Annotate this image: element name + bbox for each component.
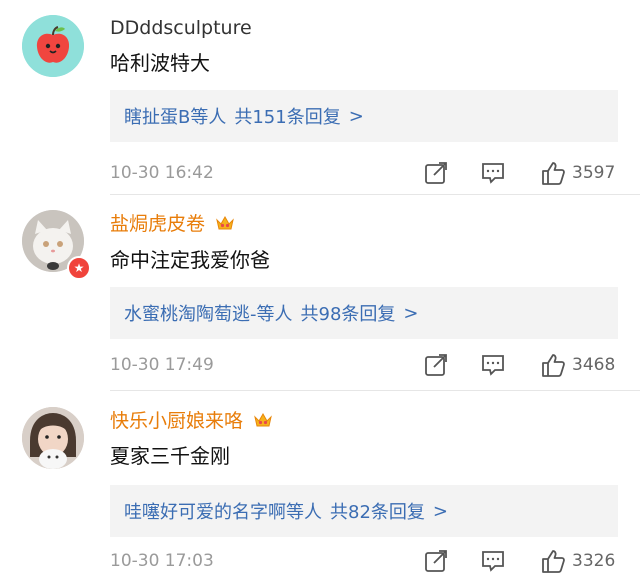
like-icon[interactable] — [540, 352, 566, 378]
replies-names: 瞎扯蛋B等人 — [124, 107, 227, 128]
share-icon[interactable] — [423, 352, 449, 378]
username[interactable]: 快乐小厨娘来咯 — [110, 409, 273, 433]
share-icon[interactable] — [423, 160, 449, 186]
comment-icon[interactable] — [480, 548, 506, 574]
vip-crown-icon — [254, 412, 272, 426]
replies-preview[interactable]: 瞎扯蛋B等人 共151条回复 > — [110, 90, 618, 142]
replies-count: 共98条回复 — [300, 304, 396, 325]
like-count: 3468 — [572, 355, 616, 375]
like-icon[interactable] — [540, 160, 566, 186]
username-label: 快乐小厨娘来咯 — [110, 410, 244, 432]
comment-item: DDddsculpture 哈利波特大 瞎扯蛋B等人 共151条回复 > 10-… — [0, 0, 640, 195]
timestamp: 10-30 16:42 — [110, 163, 214, 183]
comment-text: 命中注定我爱你爸 — [110, 248, 270, 272]
comment-item: 快乐小厨娘来咯 夏家三千金刚 哇噻好可爱的名字啊等人 共82条回复 > 10-3… — [0, 391, 640, 584]
comment-item: ★ 盐焗虎皮卷 命中注定我爱你爸 水蜜桃淘陶萄逃-等人 共98条回复 > 10-… — [0, 195, 640, 391]
username[interactable]: DDddsculpture — [110, 16, 252, 40]
replies-count: 共82条回复 — [330, 502, 425, 523]
username-label: 盐焗虎皮卷 — [110, 213, 206, 235]
like-icon[interactable] — [540, 548, 566, 574]
vip-crown-icon — [216, 215, 234, 229]
chevron-right-icon: > — [348, 105, 364, 127]
like-count: 3597 — [572, 163, 616, 183]
avatar[interactable] — [22, 15, 84, 77]
replies-names: 水蜜桃淘陶萄逃-等人 — [124, 304, 293, 325]
comment-text: 夏家三千金刚 — [110, 444, 230, 468]
person-avatar-icon — [22, 407, 84, 469]
verified-badge-icon: ★ — [67, 256, 91, 280]
comment-meta: 10-30 17:03 3326 — [110, 548, 618, 578]
comment-meta: 10-30 17:49 3468 — [110, 352, 618, 382]
comment-meta: 10-30 16:42 3597 — [110, 160, 618, 190]
replies-preview[interactable]: 哇噻好可爱的名字啊等人 共82条回复 > — [110, 485, 618, 537]
share-icon[interactable] — [423, 548, 449, 574]
avatar[interactable] — [22, 407, 84, 469]
replies-names: 哇噻好可爱的名字啊等人 — [124, 502, 322, 523]
replies-preview[interactable]: 水蜜桃淘陶萄逃-等人 共98条回复 > — [110, 287, 618, 339]
timestamp: 10-30 17:03 — [110, 551, 214, 571]
comment-icon[interactable] — [480, 352, 506, 378]
timestamp: 10-30 17:49 — [110, 355, 214, 375]
apple-avatar-icon — [22, 15, 84, 77]
comment-icon[interactable] — [480, 160, 506, 186]
username[interactable]: 盐焗虎皮卷 — [110, 212, 235, 236]
comment-text: 哈利波特大 — [110, 51, 210, 75]
like-count: 3326 — [572, 551, 616, 571]
chevron-right-icon: > — [403, 302, 419, 324]
chevron-right-icon: > — [432, 500, 448, 522]
replies-count: 共151条回复 — [234, 107, 341, 128]
